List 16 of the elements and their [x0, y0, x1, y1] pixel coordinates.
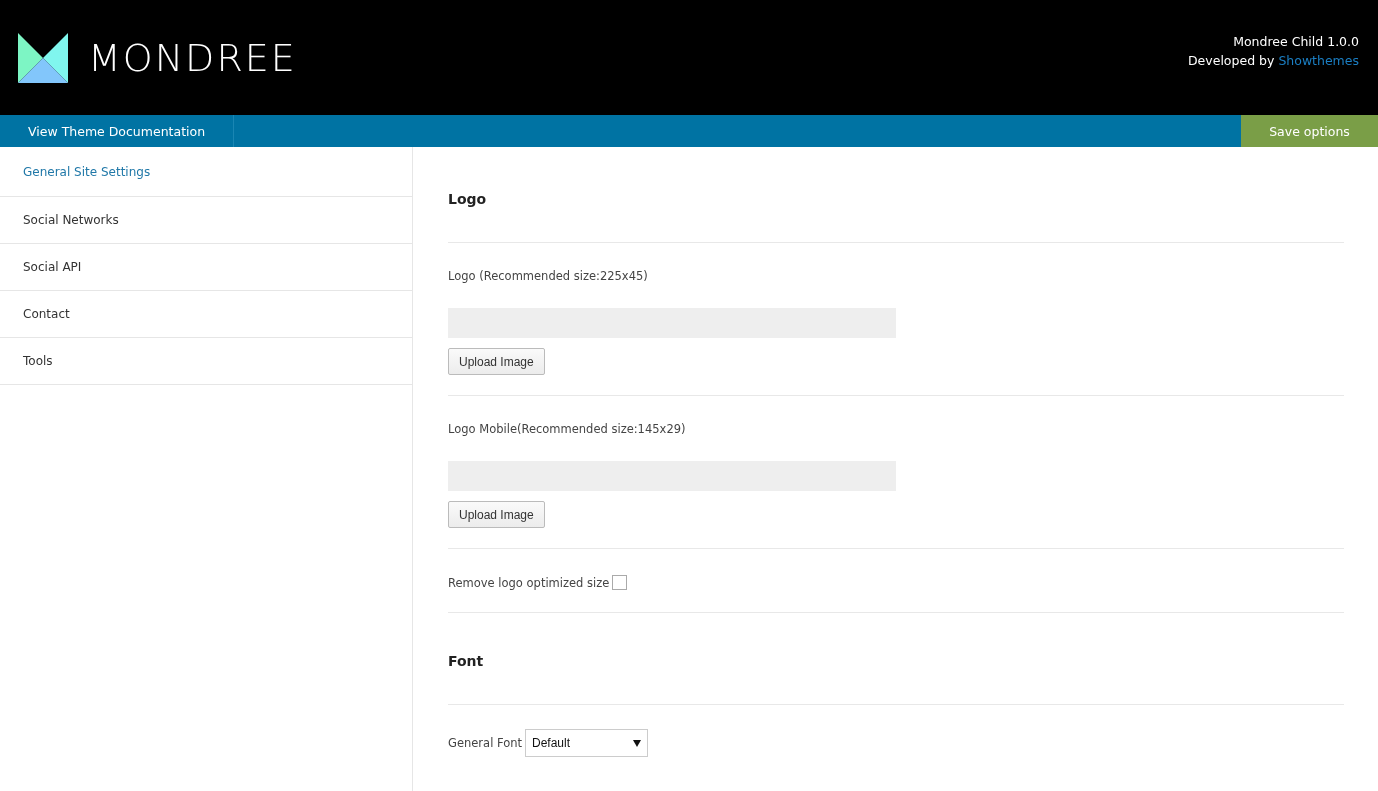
- upload-button[interactable]: Upload Image: [448, 348, 545, 375]
- logo-text: MONDREE: [88, 35, 297, 80]
- dropdown-icon: [633, 739, 641, 747]
- theme-version: Mondree Child 1.0.0: [1233, 33, 1359, 51]
- upload-button[interactable]: Upload Image: [448, 501, 545, 528]
- field-label: Logo Mobile(Recommended size:145x29): [448, 422, 686, 436]
- font-select[interactable]: Default: [525, 729, 648, 757]
- developer-label: Developed by: [1188, 52, 1275, 70]
- checkbox[interactable]: [612, 575, 628, 590]
- section-heading: Logo: [448, 191, 487, 207]
- logo-icon: [18, 32, 68, 83]
- section-heading: Font: [448, 653, 484, 669]
- developer-link[interactable]: Showthemes: [1278, 51, 1359, 70]
- checkbox-label: Remove logo optimized size: [448, 575, 610, 590]
- field-label: Logo (Recommended size:225x45): [448, 269, 648, 283]
- field-label: General Font: [448, 736, 522, 750]
